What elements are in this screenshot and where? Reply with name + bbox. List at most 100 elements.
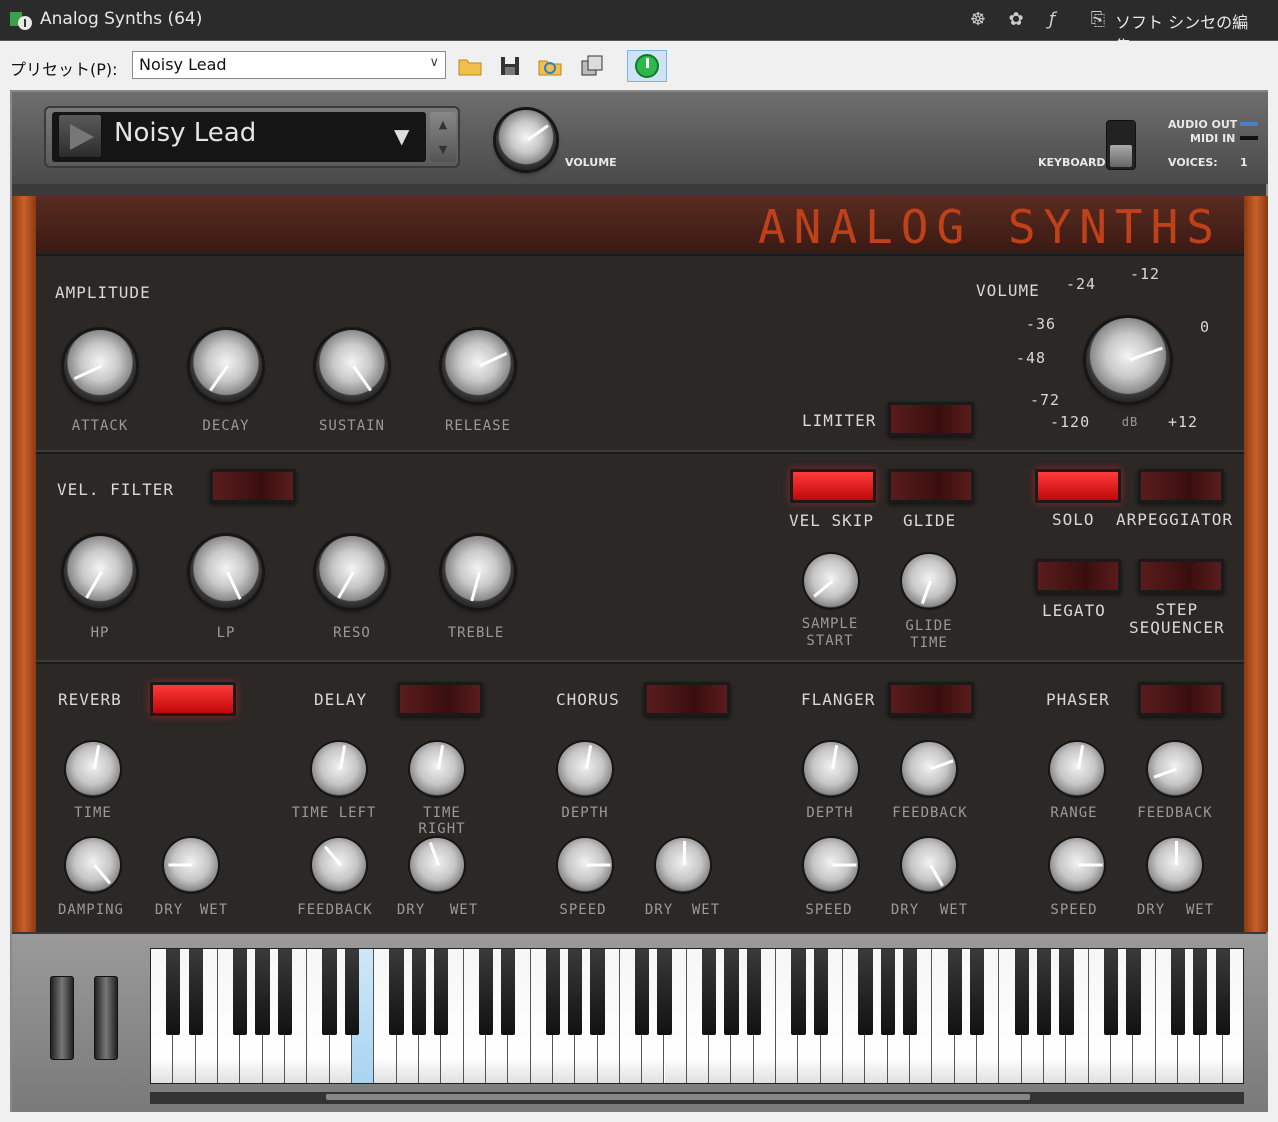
reverb-damping-knob[interactable] [66, 838, 120, 892]
reverb-toggle[interactable] [150, 682, 236, 716]
black-key[interactable] [813, 949, 828, 1035]
chorus-drywet-knob[interactable] [656, 838, 710, 892]
open-folder-icon[interactable] [456, 52, 484, 80]
hp-knob[interactable] [64, 536, 136, 608]
black-key[interactable] [1170, 949, 1186, 1035]
master-volume-knob[interactable] [1086, 318, 1170, 402]
chorus-depth-knob[interactable] [558, 742, 612, 796]
black-key[interactable] [657, 949, 672, 1035]
black-key[interactable] [858, 949, 873, 1035]
fx-icon[interactable]: ƒ [1040, 8, 1064, 32]
treble-knob[interactable] [442, 536, 514, 608]
glide-time-knob[interactable] [902, 554, 956, 608]
phaser-feedback-knob[interactable] [1148, 742, 1202, 796]
phaser-range-knob[interactable] [1050, 742, 1104, 796]
black-key[interactable] [166, 949, 181, 1035]
black-key[interactable] [411, 949, 427, 1035]
edit-synth-icon[interactable]: ⎘ [1086, 8, 1110, 32]
black-key[interactable] [1215, 949, 1230, 1035]
refresh-icon[interactable] [536, 52, 564, 80]
vol-tick-plus12: +12 [1168, 413, 1199, 431]
vel-filter-toggle[interactable] [210, 469, 296, 503]
play-button[interactable] [58, 114, 102, 158]
black-key[interactable] [947, 949, 962, 1035]
spin-up-icon[interactable]: ▲ [430, 112, 456, 137]
arpeggiator-toggle[interactable] [1138, 469, 1224, 503]
flanger-speed-knob[interactable] [804, 838, 858, 892]
black-key[interactable] [969, 949, 985, 1035]
black-key[interactable] [1103, 949, 1119, 1035]
delay-feedback-knob[interactable] [312, 838, 366, 892]
legato-toggle[interactable] [1035, 559, 1121, 593]
delay-toggle[interactable] [397, 682, 483, 716]
pitch-wheel[interactable] [50, 976, 74, 1060]
synth-rack-icon[interactable]: ☸ [966, 8, 990, 32]
flanger-feedback-label: FEEDBACK [892, 805, 968, 821]
black-key[interactable] [746, 949, 761, 1035]
black-key[interactable] [545, 949, 560, 1035]
black-key[interactable] [1059, 949, 1074, 1035]
copy-icon[interactable] [578, 52, 606, 80]
black-key[interactable] [188, 949, 203, 1035]
reso-knob[interactable] [316, 536, 388, 608]
spin-down-icon[interactable]: ▼ [430, 137, 456, 162]
lp-knob[interactable] [190, 536, 262, 608]
black-key[interactable] [702, 949, 717, 1035]
delay-drywet-knob[interactable] [410, 838, 464, 892]
black-key[interactable] [791, 949, 806, 1035]
limiter-toggle[interactable] [888, 402, 974, 436]
black-key[interactable] [255, 949, 270, 1035]
delay-time-left-knob[interactable] [312, 742, 366, 796]
black-key[interactable] [501, 949, 516, 1035]
sample-start-knob[interactable] [804, 554, 858, 608]
patch-dropdown-icon[interactable]: ▼ [394, 124, 409, 148]
keyboard-toggle[interactable] [1106, 120, 1136, 170]
preset-select[interactable]: Noisy Lead ∨ [132, 51, 446, 79]
black-key[interactable] [478, 949, 494, 1035]
flanger-feedback-knob[interactable] [902, 742, 956, 796]
keyboard-scroll-thumb[interactable] [326, 1094, 1030, 1100]
flanger-toggle[interactable] [888, 682, 974, 716]
release-knob[interactable] [442, 330, 514, 402]
flanger-drywet-knob[interactable] [902, 838, 956, 892]
black-key[interactable] [590, 949, 605, 1035]
solo-toggle[interactable] [1035, 469, 1121, 503]
black-key[interactable] [635, 949, 650, 1035]
glide-toggle[interactable] [888, 469, 974, 503]
vel-skip-toggle[interactable] [790, 469, 876, 503]
black-key[interactable] [902, 949, 918, 1035]
phaser-drywet-knob[interactable] [1148, 838, 1202, 892]
black-key[interactable] [1036, 949, 1052, 1035]
reverb-drywet-knob[interactable] [164, 838, 218, 892]
save-icon[interactable] [496, 52, 524, 80]
black-key[interactable] [344, 949, 360, 1035]
chorus-speed-knob[interactable] [558, 838, 612, 892]
black-key[interactable] [1193, 949, 1208, 1035]
black-key[interactable] [880, 949, 895, 1035]
attack-knob[interactable] [64, 330, 136, 402]
black-key[interactable] [322, 949, 337, 1035]
sustain-knob[interactable] [316, 330, 388, 402]
reverb-time-knob[interactable] [66, 742, 120, 796]
palette-icon[interactable]: ✿ [1004, 8, 1028, 32]
flanger-depth-knob[interactable] [804, 742, 858, 796]
phaser-speed-knob[interactable] [1050, 838, 1104, 892]
black-key[interactable] [277, 949, 293, 1035]
step-sequencer-toggle[interactable] [1138, 559, 1224, 593]
black-key[interactable] [1014, 949, 1029, 1035]
patch-spinner[interactable]: ▲ ▼ [430, 112, 456, 162]
delay-time-right-knob[interactable] [410, 742, 464, 796]
black-key[interactable] [434, 949, 449, 1035]
decay-knob[interactable] [190, 330, 262, 402]
black-key[interactable] [389, 949, 404, 1035]
black-key[interactable] [568, 949, 583, 1035]
phaser-toggle[interactable] [1138, 682, 1224, 716]
piano-keyboard[interactable] [150, 948, 1244, 1084]
chorus-toggle[interactable] [644, 682, 730, 716]
black-key[interactable] [724, 949, 739, 1035]
mod-wheel[interactable] [94, 976, 118, 1060]
power-button[interactable] [627, 50, 667, 82]
black-key[interactable] [1126, 949, 1141, 1035]
black-key[interactable] [233, 949, 248, 1035]
header-volume-knob[interactable] [496, 110, 556, 170]
